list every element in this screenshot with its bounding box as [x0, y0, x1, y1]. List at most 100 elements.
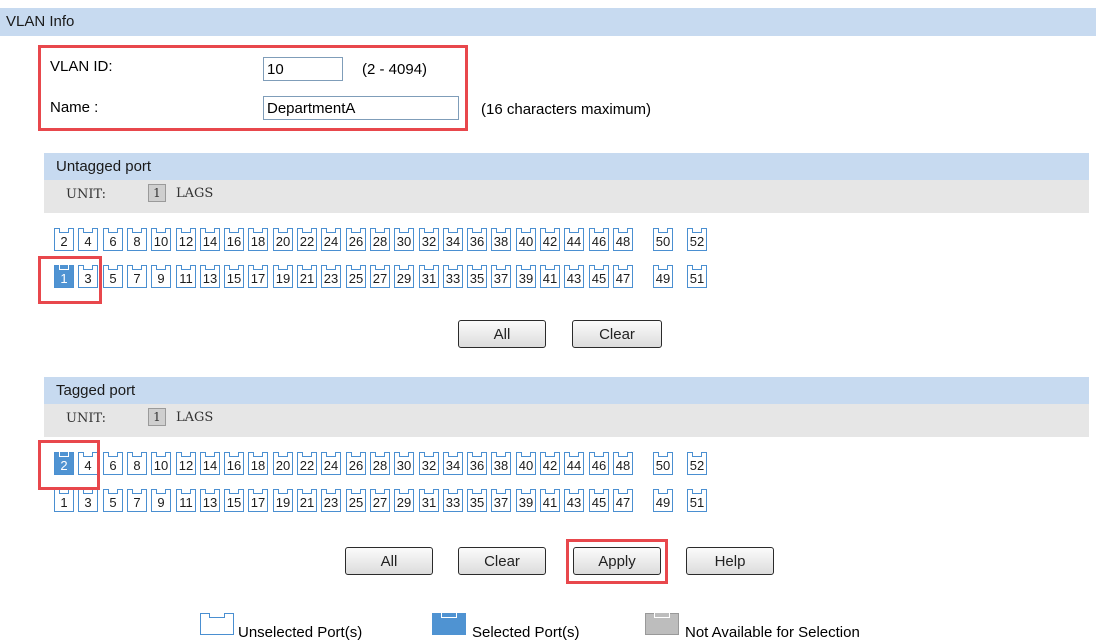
untagged-port-33[interactable]: 33 — [443, 265, 463, 288]
untagged-port-9[interactable]: 9 — [151, 265, 171, 288]
untagged-port-16[interactable]: 16 — [224, 228, 244, 251]
untagged-port-10[interactable]: 10 — [151, 228, 171, 251]
untagged-port-31[interactable]: 31 — [419, 265, 439, 288]
untagged-port-8[interactable]: 8 — [127, 228, 147, 251]
tagged-port-27[interactable]: 27 — [370, 489, 390, 512]
untagged-port-2[interactable]: 2 — [54, 228, 74, 251]
untagged-port-30[interactable]: 30 — [394, 228, 414, 251]
untagged-port-28[interactable]: 28 — [370, 228, 390, 251]
tagged-port-50[interactable]: 50 — [653, 452, 673, 475]
tagged-port-20[interactable]: 20 — [273, 452, 293, 475]
untagged-port-15[interactable]: 15 — [224, 265, 244, 288]
tagged-port-23[interactable]: 23 — [321, 489, 341, 512]
tagged-port-16[interactable]: 16 — [224, 452, 244, 475]
untagged-port-14[interactable]: 14 — [200, 228, 220, 251]
tagged-port-8[interactable]: 8 — [127, 452, 147, 475]
untagged-port-35[interactable]: 35 — [467, 265, 487, 288]
untagged-port-38[interactable]: 38 — [491, 228, 511, 251]
tagged-port-25[interactable]: 25 — [346, 489, 366, 512]
untagged-port-52[interactable]: 52 — [687, 228, 707, 251]
untagged-port-43[interactable]: 43 — [564, 265, 584, 288]
untagged-port-50[interactable]: 50 — [653, 228, 673, 251]
vlan-id-input[interactable] — [263, 57, 343, 81]
untagged-port-27[interactable]: 27 — [370, 265, 390, 288]
untagged-port-5[interactable]: 5 — [103, 265, 123, 288]
untagged-port-20[interactable]: 20 — [273, 228, 293, 251]
tagged-port-32[interactable]: 32 — [419, 452, 439, 475]
tagged-port-38[interactable]: 38 — [491, 452, 511, 475]
untagged-port-44[interactable]: 44 — [564, 228, 584, 251]
tagged-port-44[interactable]: 44 — [564, 452, 584, 475]
tagged-port-33[interactable]: 33 — [443, 489, 463, 512]
untagged-port-42[interactable]: 42 — [540, 228, 560, 251]
untagged-port-36[interactable]: 36 — [467, 228, 487, 251]
tagged-port-21[interactable]: 21 — [297, 489, 317, 512]
untagged-port-12[interactable]: 12 — [176, 228, 196, 251]
tagged-port-52[interactable]: 52 — [687, 452, 707, 475]
tagged-port-31[interactable]: 31 — [419, 489, 439, 512]
untagged-port-22[interactable]: 22 — [297, 228, 317, 251]
tagged-port-3[interactable]: 3 — [78, 489, 98, 512]
untagged-unit-1-button[interactable]: 1 — [148, 184, 166, 202]
tagged-port-14[interactable]: 14 — [200, 452, 220, 475]
untagged-port-17[interactable]: 17 — [248, 265, 268, 288]
tagged-port-49[interactable]: 49 — [653, 489, 673, 512]
apply-button[interactable]: Apply — [573, 547, 661, 575]
tagged-port-35[interactable]: 35 — [467, 489, 487, 512]
tagged-port-7[interactable]: 7 — [127, 489, 147, 512]
vlan-name-input[interactable] — [263, 96, 459, 120]
tagged-port-29[interactable]: 29 — [394, 489, 414, 512]
tagged-port-18[interactable]: 18 — [248, 452, 268, 475]
tagged-port-45[interactable]: 45 — [589, 489, 609, 512]
tagged-port-40[interactable]: 40 — [516, 452, 536, 475]
untagged-port-6[interactable]: 6 — [103, 228, 123, 251]
tagged-port-34[interactable]: 34 — [443, 452, 463, 475]
untagged-port-13[interactable]: 13 — [200, 265, 220, 288]
tagged-port-41[interactable]: 41 — [540, 489, 560, 512]
untagged-port-46[interactable]: 46 — [589, 228, 609, 251]
untagged-port-18[interactable]: 18 — [248, 228, 268, 251]
tagged-unit-1-button[interactable]: 1 — [148, 408, 166, 426]
tagged-port-30[interactable]: 30 — [394, 452, 414, 475]
untagged-port-29[interactable]: 29 — [394, 265, 414, 288]
tagged-port-37[interactable]: 37 — [491, 489, 511, 512]
tagged-port-28[interactable]: 28 — [370, 452, 390, 475]
tagged-all-button[interactable]: All — [345, 547, 433, 575]
untagged-port-25[interactable]: 25 — [346, 265, 366, 288]
tagged-port-26[interactable]: 26 — [346, 452, 366, 475]
tagged-port-24[interactable]: 24 — [321, 452, 341, 475]
tagged-port-46[interactable]: 46 — [589, 452, 609, 475]
untagged-clear-button[interactable]: Clear — [572, 320, 662, 348]
untagged-port-19[interactable]: 19 — [273, 265, 293, 288]
tagged-port-43[interactable]: 43 — [564, 489, 584, 512]
untagged-port-41[interactable]: 41 — [540, 265, 560, 288]
untagged-port-21[interactable]: 21 — [297, 265, 317, 288]
untagged-port-7[interactable]: 7 — [127, 265, 147, 288]
untagged-port-34[interactable]: 34 — [443, 228, 463, 251]
untagged-port-26[interactable]: 26 — [346, 228, 366, 251]
untagged-port-51[interactable]: 51 — [687, 265, 707, 288]
tagged-lags-link[interactable]: LAGS — [176, 410, 213, 425]
untagged-port-39[interactable]: 39 — [516, 265, 536, 288]
tagged-port-39[interactable]: 39 — [516, 489, 536, 512]
tagged-port-9[interactable]: 9 — [151, 489, 171, 512]
untagged-port-40[interactable]: 40 — [516, 228, 536, 251]
untagged-all-button[interactable]: All — [458, 320, 546, 348]
tagged-port-22[interactable]: 22 — [297, 452, 317, 475]
untagged-port-23[interactable]: 23 — [321, 265, 341, 288]
tagged-port-19[interactable]: 19 — [273, 489, 293, 512]
untagged-port-45[interactable]: 45 — [589, 265, 609, 288]
untagged-port-37[interactable]: 37 — [491, 265, 511, 288]
tagged-port-13[interactable]: 13 — [200, 489, 220, 512]
untagged-port-4[interactable]: 4 — [78, 228, 98, 251]
untagged-lags-link[interactable]: LAGS — [176, 186, 213, 201]
tagged-port-12[interactable]: 12 — [176, 452, 196, 475]
untagged-port-32[interactable]: 32 — [419, 228, 439, 251]
tagged-port-36[interactable]: 36 — [467, 452, 487, 475]
tagged-port-6[interactable]: 6 — [103, 452, 123, 475]
tagged-port-10[interactable]: 10 — [151, 452, 171, 475]
untagged-port-49[interactable]: 49 — [653, 265, 673, 288]
tagged-port-17[interactable]: 17 — [248, 489, 268, 512]
help-button[interactable]: Help — [686, 547, 774, 575]
tagged-port-15[interactable]: 15 — [224, 489, 244, 512]
